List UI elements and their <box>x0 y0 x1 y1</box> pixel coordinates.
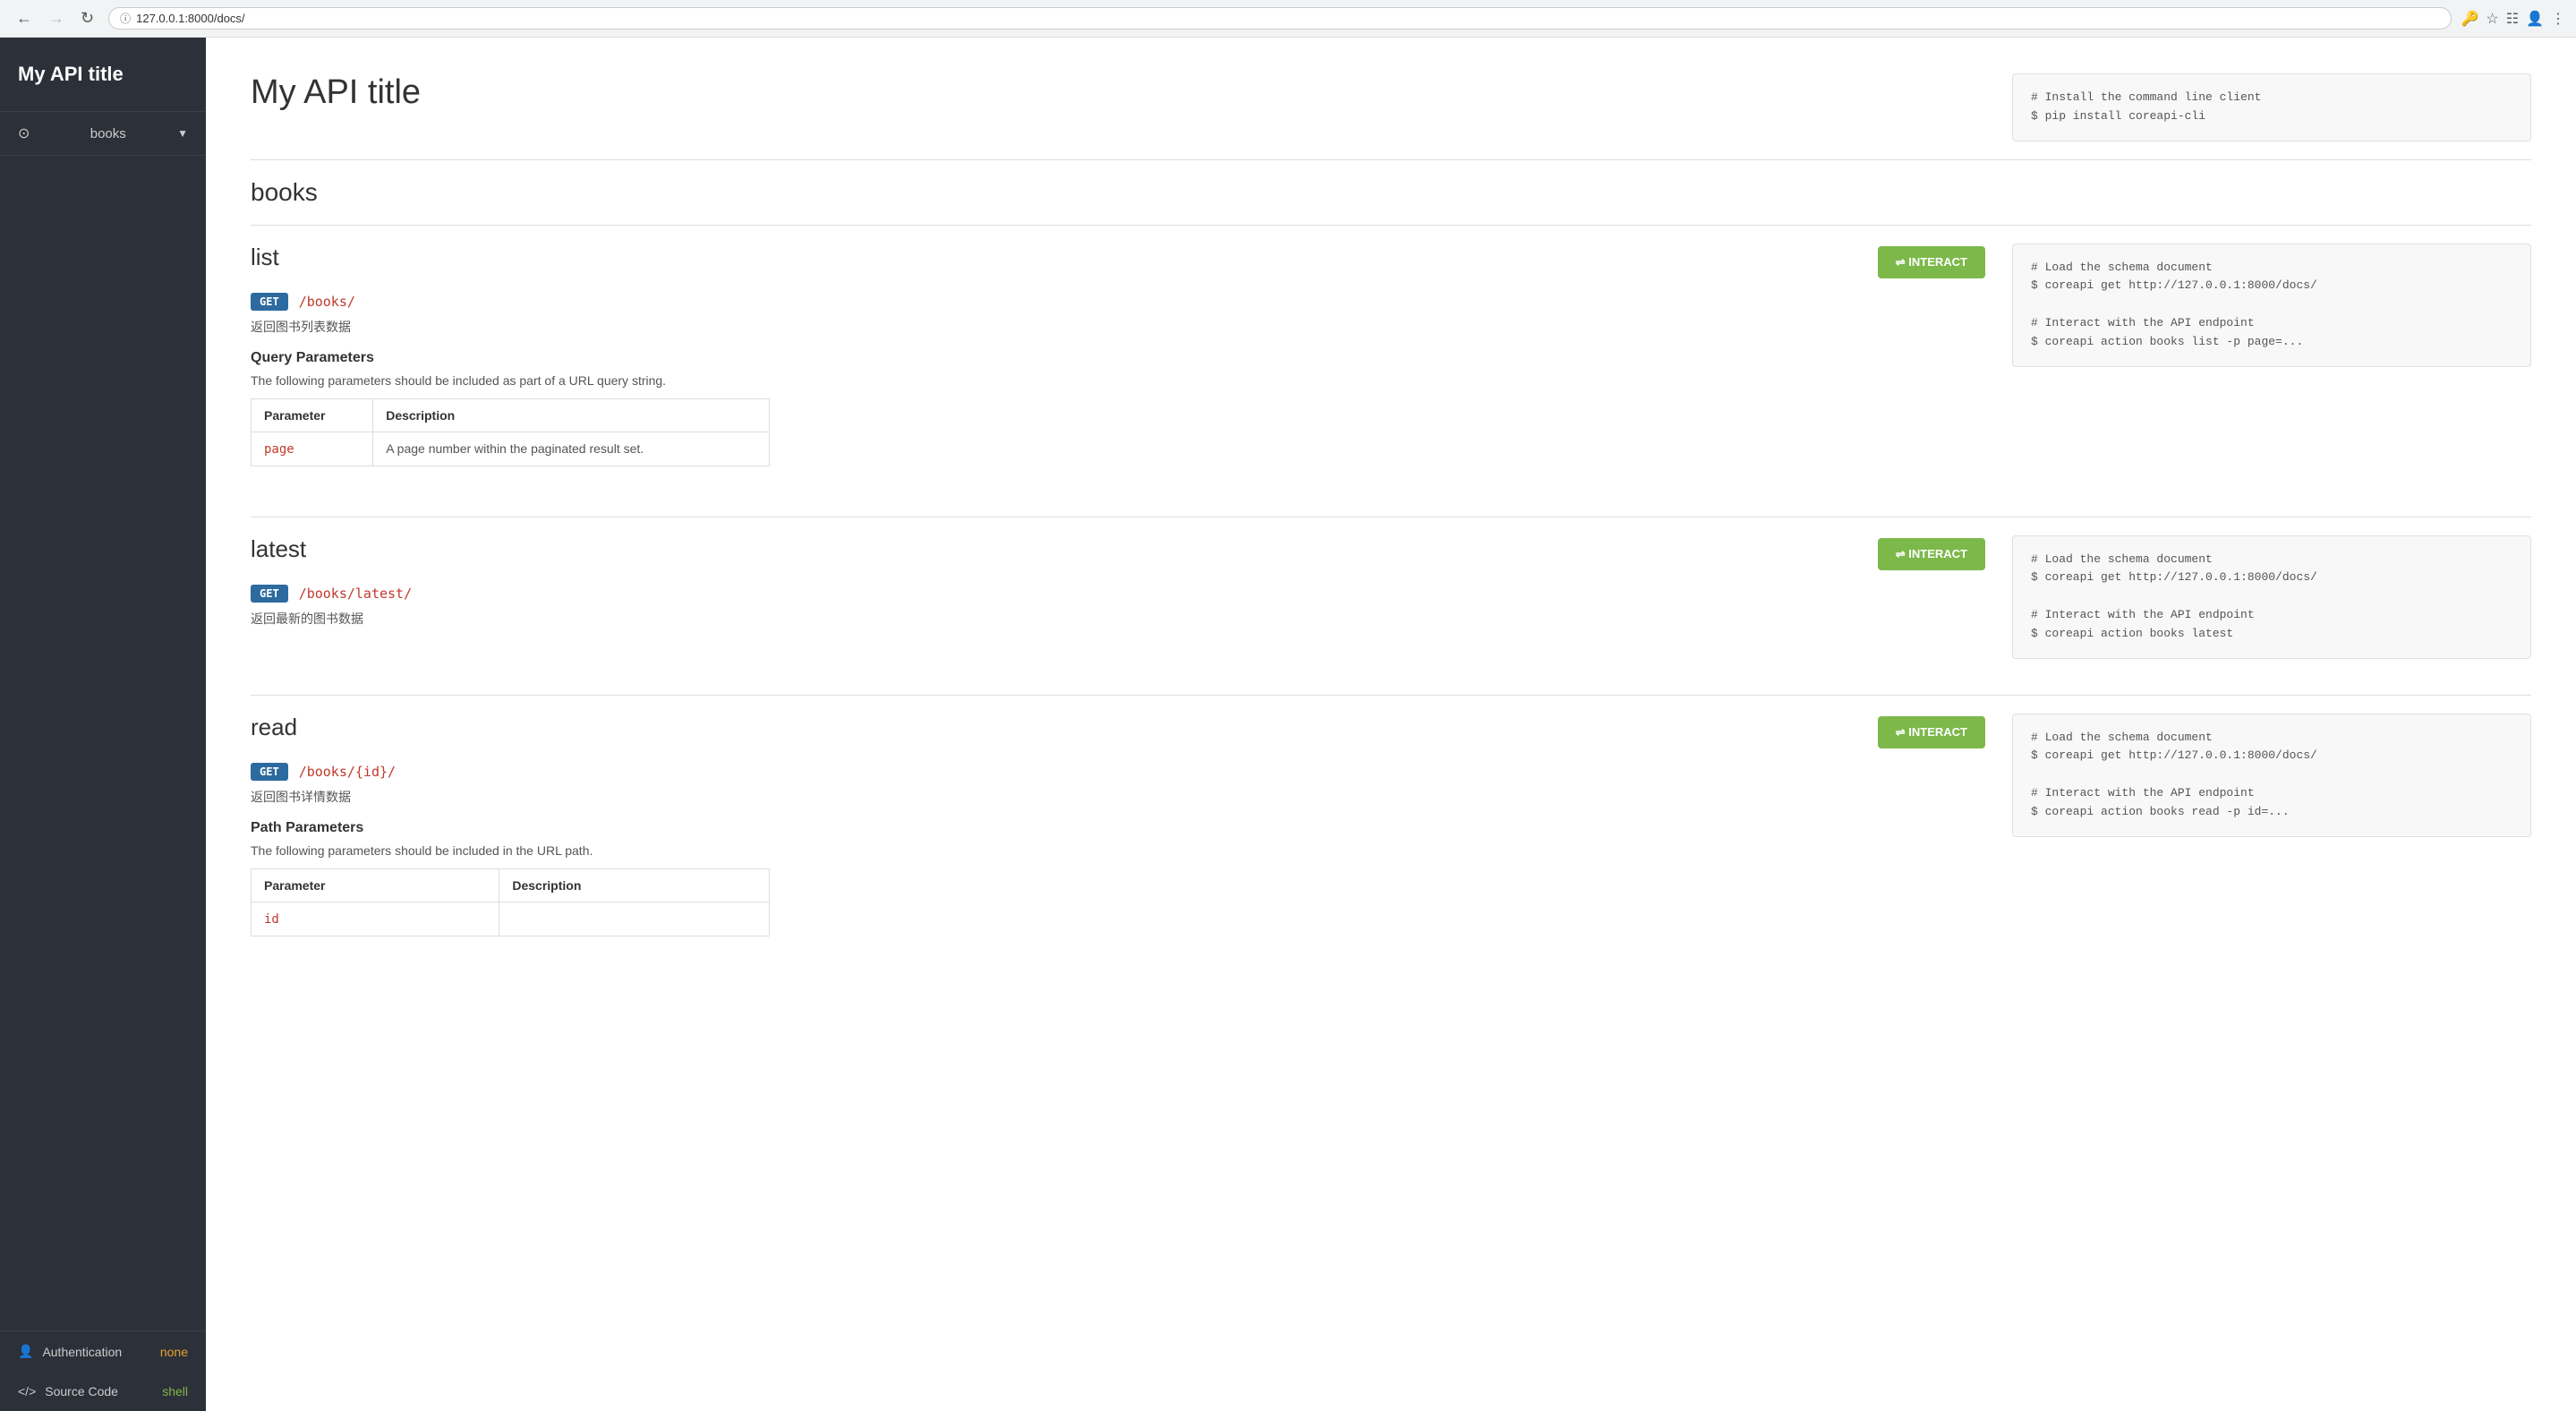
read-table-param-header: Parameter <box>252 868 499 902</box>
list-endpoint-row: GET /books/ <box>251 293 1985 311</box>
list-params-heading: Query Parameters <box>251 350 1985 366</box>
section-list: list ⇌ INTERACT GET /books/ 返回图书列表数据 Que… <box>251 244 2531 481</box>
section-read: read ⇌ INTERACT GET /books/{id}/ 返回图书详情数… <box>251 714 2531 951</box>
back-button[interactable]: ← <box>11 7 38 30</box>
list-content: list ⇌ INTERACT GET /books/ 返回图书列表数据 Que… <box>251 244 1985 481</box>
sidebar-title: My API title <box>0 38 206 112</box>
forward-button[interactable]: → <box>43 7 70 30</box>
books-nav-icon: ⊙ <box>18 124 30 142</box>
app-layout: My API title ⊙ books ▼ 👤 Authentication … <box>0 38 2576 1411</box>
list-interact-button[interactable]: ⇌ INTERACT <box>1878 246 1985 278</box>
table-row: page A page number within the paginated … <box>252 432 770 466</box>
books-section-heading: books <box>251 178 2531 207</box>
auth-icon: 👤 <box>18 1344 33 1359</box>
section-latest: latest ⇌ INTERACT GET /books/latest/ 返回最… <box>251 535 2531 659</box>
source-label: Source Code <box>45 1384 153 1398</box>
read-params-heading: Path Parameters <box>251 820 1985 836</box>
browser-chrome: ← → ↻ ⓘ 127.0.0.1:8000/docs/ 🔑 ☆ ☷ 👤 ⋮ <box>0 0 2576 38</box>
star-icon[interactable]: ☆ <box>2486 10 2498 28</box>
sidebar: My API title ⊙ books ▼ 👤 Authentication … <box>0 38 206 1411</box>
url-text: 127.0.0.1:8000/docs/ <box>136 12 244 25</box>
read-path: /books/{id}/ <box>299 764 396 780</box>
latest-code-block: # Load the schema document $ coreapi get… <box>2012 535 2531 659</box>
latest-section-inner: latest ⇌ INTERACT GET /books/latest/ 返回最… <box>251 535 2531 659</box>
header-row: My API title # Install the command line … <box>251 73 2531 141</box>
read-code-block: # Load the schema document $ coreapi get… <box>2012 714 2531 837</box>
reload-button[interactable]: ↻ <box>75 7 99 30</box>
read-interact-button[interactable]: ⇌ INTERACT <box>1878 716 1985 748</box>
main-content: My API title # Install the command line … <box>206 38 2576 1411</box>
latest-content: latest ⇌ INTERACT GET /books/latest/ 返回最… <box>251 535 1985 642</box>
read-endpoint-row: GET /books/{id}/ <box>251 763 1985 781</box>
profile-icon: 👤 <box>2526 10 2544 28</box>
page-title: My API title <box>251 73 1985 112</box>
latest-method: GET <box>251 585 288 603</box>
sidebar-authentication[interactable]: 👤 Authentication none <box>0 1331 206 1372</box>
list-table-desc-header: Description <box>373 398 770 432</box>
source-value: shell <box>162 1384 188 1398</box>
list-params-desc: The following parameters should be inclu… <box>251 373 1985 388</box>
divider-books <box>251 159 2531 160</box>
list-param-name: page <box>264 442 294 457</box>
sidebar-source-code[interactable]: </> Source Code shell <box>0 1372 206 1411</box>
table-row: id <box>252 902 770 936</box>
sidebar-nav: ⊙ books ▼ <box>0 112 206 1330</box>
nav-buttons[interactable]: ← → ↻ <box>11 7 99 30</box>
source-icon: </> <box>18 1384 36 1398</box>
latest-title: latest <box>251 535 306 563</box>
read-title: read <box>251 714 297 741</box>
sidebar-footer: 👤 Authentication none </> Source Code sh… <box>0 1330 206 1411</box>
divider-after-books <box>251 225 2531 226</box>
key-icon: 🔑 <box>2461 10 2478 28</box>
read-method: GET <box>251 763 288 781</box>
list-table-param-header: Parameter <box>252 398 373 432</box>
list-description: 返回图书列表数据 <box>251 318 1985 336</box>
list-method: GET <box>251 293 288 311</box>
read-table-desc-header: Description <box>499 868 770 902</box>
list-title: list <box>251 244 279 271</box>
latest-path: /books/latest/ <box>299 586 412 602</box>
sidebar-item-books[interactable]: ⊙ books ▼ <box>0 112 206 156</box>
chevron-down-icon: ▼ <box>177 127 188 140</box>
auth-value: none <box>160 1345 188 1359</box>
latest-interact-button[interactable]: ⇌ INTERACT <box>1878 538 1985 570</box>
qr-icon: ☷ <box>2506 10 2519 28</box>
sidebar-item-label: books <box>90 126 126 141</box>
list-section-inner: list ⇌ INTERACT GET /books/ 返回图书列表数据 Que… <box>251 244 2531 481</box>
address-bar[interactable]: ⓘ 127.0.0.1:8000/docs/ <box>108 7 2452 30</box>
read-content: read ⇌ INTERACT GET /books/{id}/ 返回图书详情数… <box>251 714 1985 951</box>
read-param-name: id <box>264 912 279 927</box>
list-params-table: Parameter Description page A page number… <box>251 398 770 466</box>
divider-read <box>251 695 2531 696</box>
list-path: /books/ <box>299 294 355 310</box>
read-params-desc: The following parameters should be inclu… <box>251 843 1985 858</box>
read-section-inner: read ⇌ INTERACT GET /books/{id}/ 返回图书详情数… <box>251 714 2531 951</box>
auth-label: Authentication <box>42 1345 150 1359</box>
read-params-table: Parameter Description id <box>251 868 770 936</box>
lock-icon: ⓘ <box>120 11 131 26</box>
read-description: 返回图书详情数据 <box>251 788 1985 806</box>
list-param-desc: A page number within the paginated resul… <box>373 432 770 466</box>
list-code-block: # Load the schema document $ coreapi get… <box>2012 244 2531 367</box>
browser-actions: 🔑 ☆ ☷ 👤 ⋮ <box>2461 10 2565 28</box>
latest-description: 返回最新的图书数据 <box>251 610 1985 628</box>
install-code-block: # Install the command line client $ pip … <box>2012 73 2531 141</box>
read-param-desc <box>499 902 770 936</box>
latest-endpoint-row: GET /books/latest/ <box>251 585 1985 603</box>
title-col: My API title <box>251 73 1985 112</box>
menu-icon[interactable]: ⋮ <box>2551 10 2565 28</box>
